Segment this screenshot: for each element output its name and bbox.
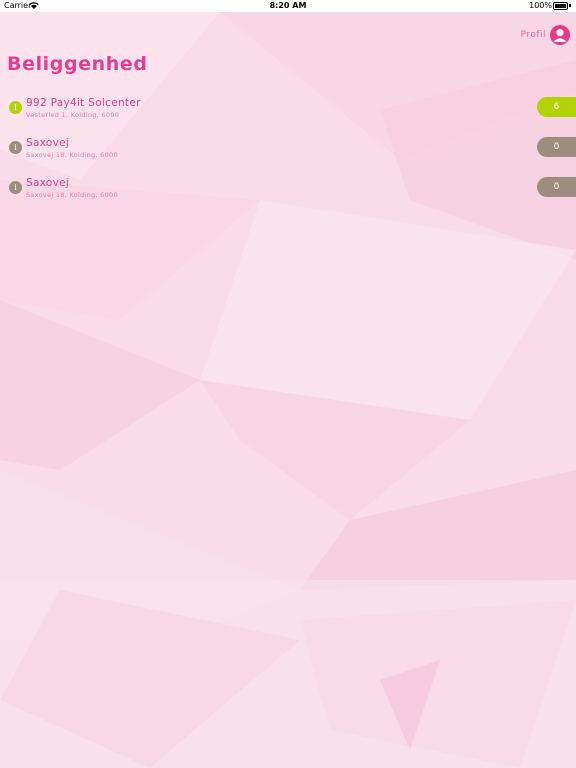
location-name: 992 Pay4it Solcenter [26, 97, 141, 109]
battery-tip [569, 4, 571, 7]
location-count-badge[interactable]: 0 [537, 137, 576, 157]
user-avatar-icon [550, 25, 570, 45]
page-title: Beliggenhed [7, 53, 148, 75]
location-address: Saxovej 18, Kolding, 6000 [26, 151, 118, 159]
location-address: Saxovej 18, Kolding, 6000 [26, 191, 118, 199]
info-icon[interactable]: i [9, 141, 22, 154]
info-icon[interactable]: i [9, 181, 22, 194]
status-bar: Carrier 8:20 AM 100% [0, 0, 576, 12]
profile-button[interactable]: Profil [521, 24, 570, 46]
location-list: i 992 Pay4it Solcenter Vesterled 1, Kold… [0, 94, 576, 214]
location-count-badge[interactable]: 0 [537, 177, 576, 197]
profile-label: Profil [520, 30, 546, 40]
location-count-badge[interactable]: 6 [537, 97, 576, 117]
location-name: Saxovej [26, 177, 70, 189]
location-name: Saxovej [26, 137, 70, 149]
location-address: Vesterled 1, Kolding, 6000 [26, 111, 120, 119]
location-row[interactable]: i Saxovej Saxovej 18, Kolding, 6000 0 [0, 134, 576, 174]
info-icon[interactable]: i [9, 101, 22, 114]
battery-icon [553, 2, 568, 10]
location-row[interactable]: i 992 Pay4it Solcenter Vesterled 1, Kold… [0, 94, 576, 134]
clock: 8:20 AM [269, 1, 307, 10]
location-row[interactable]: i Saxovej Saxovej 18, Kolding, 6000 0 [0, 174, 576, 214]
battery-percentage: 100% [529, 1, 552, 10]
